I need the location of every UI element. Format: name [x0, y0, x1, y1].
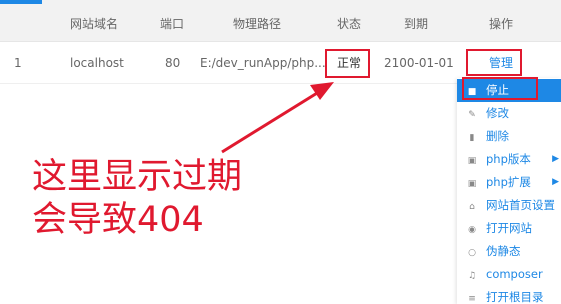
annotation-arrow [221, 82, 334, 154]
annotation-line-1: 这里显示过期 [32, 157, 243, 197]
arrow-shaft [221, 88, 323, 154]
arrow-head [310, 82, 334, 100]
annotation-line-2: 会导致404 [32, 200, 204, 240]
